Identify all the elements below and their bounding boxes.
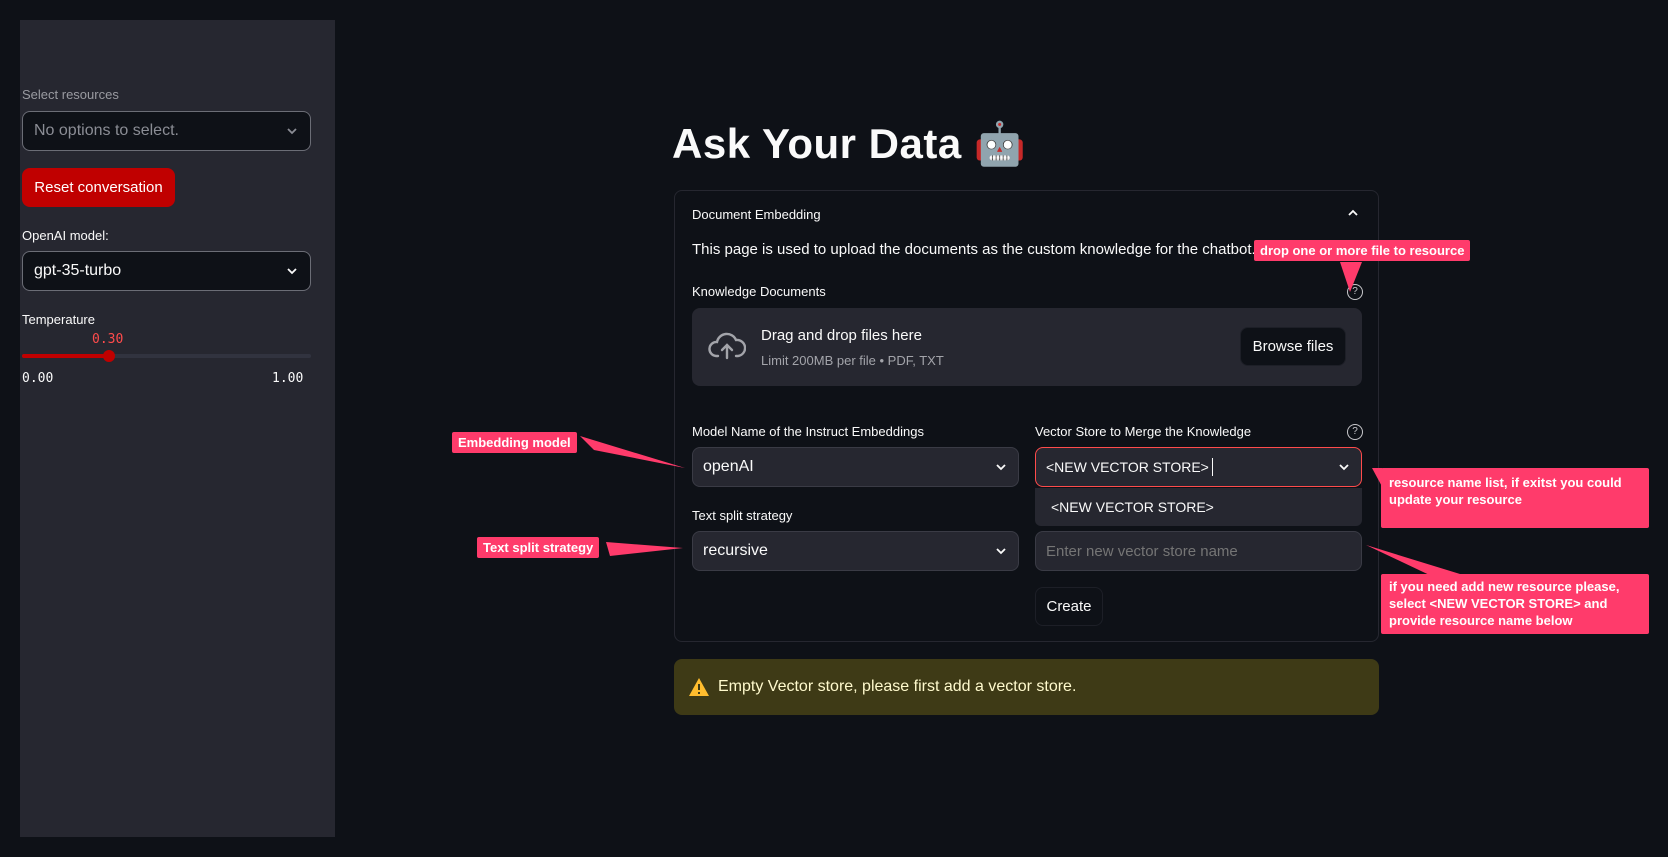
text-split-select[interactable]: recursive (692, 531, 1019, 571)
vector-store-select[interactable]: <NEW VECTOR STORE> (1035, 447, 1362, 487)
annotation-resource-list: resource name list, if exitst you could … (1381, 468, 1649, 528)
embedding-model-select[interactable]: openAI (692, 447, 1019, 487)
reset-conversation-button[interactable]: Reset conversation (22, 168, 175, 207)
temperature-label: Temperature (22, 312, 95, 327)
vector-store-label: Vector Store to Merge the Knowledge (1035, 424, 1252, 439)
help-icon[interactable]: ? (1347, 424, 1363, 440)
model-name-label: Model Name of the Instruct Embeddings (692, 424, 924, 439)
openai-model-value: gpt-35-turbo (34, 262, 122, 279)
page-title: Ask Your Data 🤖 (672, 120, 1027, 167)
chevron-down-icon (1339, 464, 1349, 471)
description-text: This page is used to upload the document… (692, 241, 1256, 258)
text-split-label: Text split strategy (692, 508, 793, 523)
chevron-down-icon (996, 548, 1006, 555)
chevron-down-icon (287, 268, 297, 275)
cloud-upload-icon (708, 332, 746, 360)
expander-title[interactable]: Document Embedding (692, 207, 821, 222)
temperature-value: 0.30 (92, 332, 124, 347)
annotation-split: Text split strategy (477, 537, 600, 558)
dropzone-title: Drag and drop files here (761, 327, 922, 344)
warning-text: Empty Vector store, please first add a v… (718, 678, 1077, 695)
resources-label: Select resources (22, 87, 119, 102)
dropzone-subtext: Limit 200MB per file • PDF, TXT (761, 353, 944, 368)
temperature-slider-track[interactable] (22, 350, 311, 362)
resources-select[interactable]: No options to select. (22, 111, 311, 151)
chevron-down-icon (996, 464, 1006, 471)
openai-model-select[interactable]: gpt-35-turbo (22, 251, 311, 291)
vector-store-dropdown-option[interactable]: <NEW VECTOR STORE> (1035, 488, 1362, 526)
vector-store-value: <NEW VECTOR STORE> (1046, 459, 1209, 475)
text-split-value: recursive (703, 542, 768, 559)
knowledge-documents-label: Knowledge Documents (692, 284, 826, 299)
text-cursor (1211, 458, 1213, 476)
new-vector-store-input[interactable] (1035, 531, 1362, 571)
chevron-down-icon (287, 128, 297, 135)
annotation-embedding: Embedding model (452, 432, 577, 453)
warning-icon (689, 678, 709, 696)
temperature-max: 1.00 (272, 371, 304, 386)
temperature-min: 0.00 (22, 371, 54, 386)
temperature-slider-thumb[interactable] (102, 350, 115, 362)
warning-alert: Empty Vector store, please first add a v… (674, 659, 1379, 715)
embedding-model-value: openAI (703, 458, 754, 475)
openai-model-label: OpenAI model: (22, 228, 109, 243)
temperature-slider-fill (22, 354, 109, 358)
annotation-drop: drop one or more file to resource (1254, 240, 1471, 261)
resources-placeholder: No options to select. (34, 122, 179, 139)
help-icon[interactable]: ? (1347, 284, 1363, 300)
create-button[interactable]: Create (1035, 587, 1103, 626)
annotation-new-resource: if you need add new resource please, sel… (1381, 574, 1649, 634)
browse-files-button[interactable]: Browse files (1240, 327, 1346, 366)
chevron-up-icon[interactable] (1346, 206, 1360, 220)
